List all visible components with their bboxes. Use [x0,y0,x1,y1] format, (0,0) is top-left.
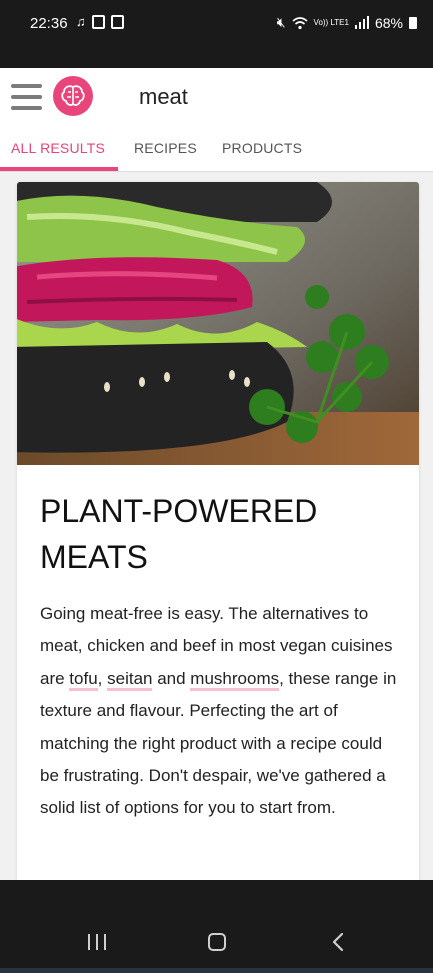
tab-recipes[interactable]: RECIPES [134,140,197,156]
recent-apps-icon[interactable] [88,934,106,950]
app-header: meat [0,68,433,126]
link-mushrooms[interactable]: mushrooms [190,668,280,691]
article-body: Going meat-free is easy. The alternative… [40,598,400,825]
tab-all-results[interactable]: ALL RESULTS [11,140,105,156]
link-tofu[interactable]: tofu [69,668,98,691]
network-type-label: Vo)) LTE1 [313,17,349,27]
brain-icon [61,85,85,106]
mute-icon: 🔇︎ [276,14,286,30]
separator-text: , [97,668,108,688]
nav-bottom-edge [0,968,433,973]
body-rest-text: , these range in texture and flavour. Pe… [40,668,397,818]
music-notification-icon: ♫ [76,14,86,29]
article-title: PLANT-POWERED MEATS [40,488,400,580]
menu-icon[interactable] [11,84,42,110]
article-title-line2: MEATS [40,539,148,575]
burger-hero-image [17,182,419,465]
wifi-icon [292,16,308,29]
system-navigation-bar [0,880,433,973]
back-icon[interactable] [331,932,345,952]
link-seitan[interactable]: seitan [107,668,153,691]
notification-icons: ♫ [76,15,124,29]
home-icon[interactable] [208,933,226,951]
system-icons: 🔇︎ Vo)) LTE1 68% [277,14,417,31]
status-time: 22:36 [30,15,68,32]
signal-icon [354,16,369,29]
separator-text: and [152,668,191,688]
battery-icon [409,16,417,29]
status-bar: 22:36 ♫ 🔇︎ Vo)) LTE1 68% [0,0,433,68]
search-query-text[interactable]: meat [139,84,188,110]
article-title-line1: PLANT-POWERED [40,493,318,529]
calendar-notification-icon [110,15,124,29]
brain-logo-icon[interactable] [53,76,93,116]
gallery-notification-icon [91,15,105,29]
article-card[interactable]: PLANT-POWERED MEATS Going meat-free is e… [17,182,419,882]
active-tab-indicator [0,167,118,171]
tab-products[interactable]: PRODUCTS [222,140,302,156]
battery-percent: 68% [374,14,403,31]
results-tabs: ALL RESULTS RECIPES PRODUCTS [0,126,433,172]
